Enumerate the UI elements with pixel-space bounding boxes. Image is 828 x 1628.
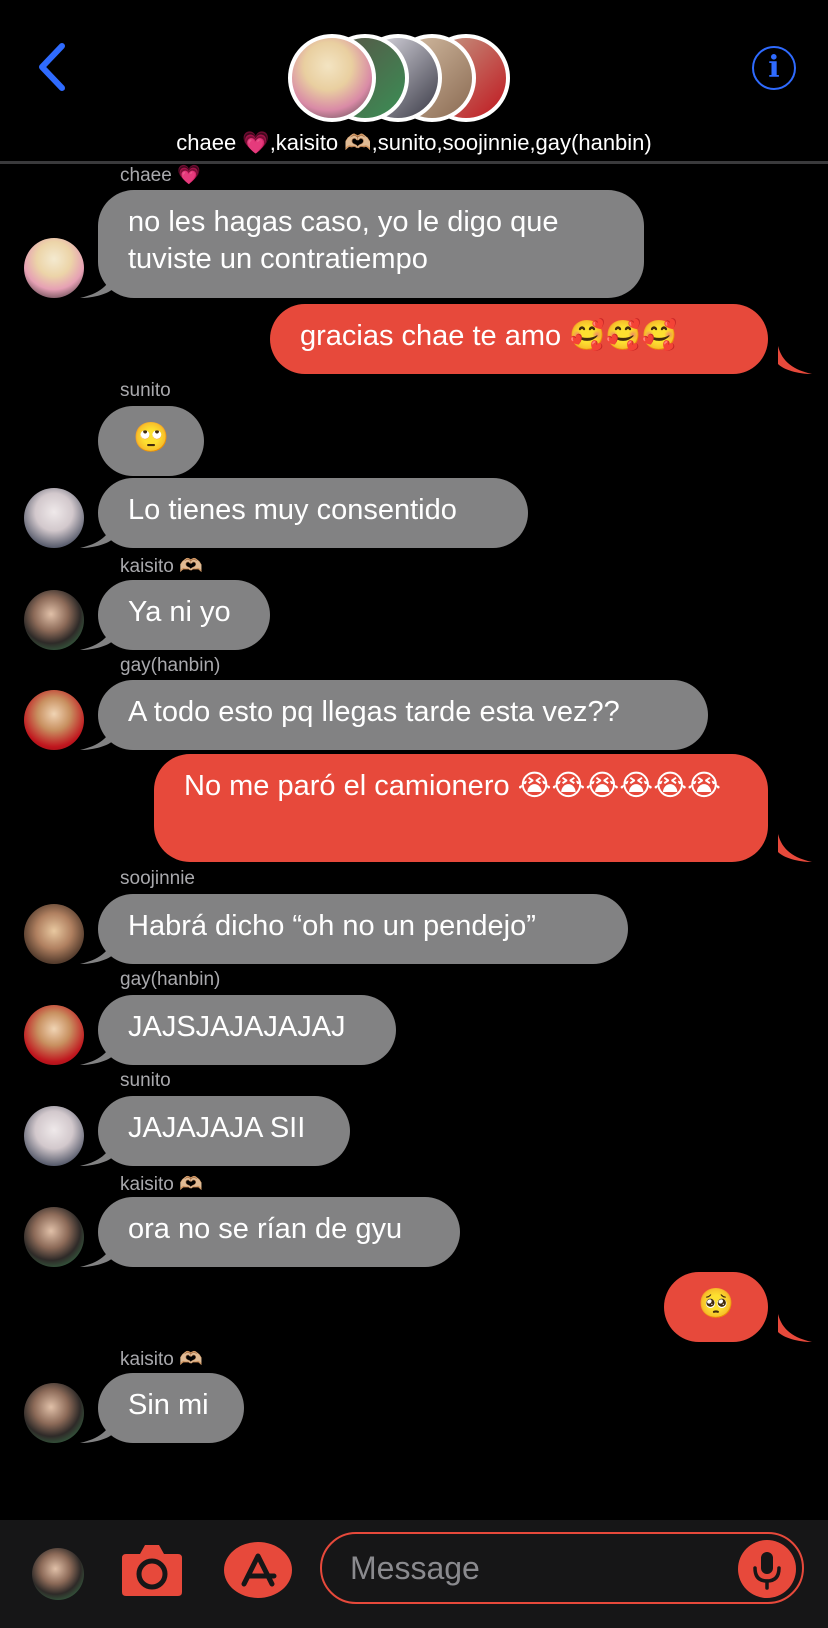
message-bubble-incoming[interactable]: ora no se rían de gyu (98, 1197, 460, 1267)
my-avatar[interactable] (32, 1548, 84, 1600)
microphone-icon (753, 1552, 781, 1590)
avatar-sunito[interactable] (24, 488, 84, 548)
sender-name: gay(hanbin) (120, 655, 221, 676)
message-bubble-outgoing[interactable]: No me paró el camionero 😭😭😭😭😭😭 (154, 754, 768, 862)
avatar-chaee[interactable] (24, 238, 84, 298)
message-bubble-incoming[interactable]: Sin mi (98, 1373, 244, 1443)
bubble-tail (778, 834, 812, 862)
avatar-kaisito[interactable] (24, 1207, 84, 1267)
sender-name: chaee 💗 (120, 165, 201, 186)
app-store-icon[interactable] (222, 1540, 294, 1600)
sender-name: kaisito 🫶🏼 (120, 1174, 203, 1195)
group-member-avatar (288, 34, 376, 122)
message-bubble-incoming[interactable]: JAJSJAJAJAJAJ (98, 995, 396, 1065)
group-avatar-stack[interactable] (288, 34, 510, 122)
sender-name: gay(hanbin) (120, 969, 221, 990)
bubble-tail (778, 346, 812, 374)
avatar-kaisito[interactable] (24, 590, 84, 650)
message-bubble-outgoing[interactable]: 🥺 (664, 1272, 768, 1342)
bubble-tail (80, 1415, 114, 1443)
message-placeholder: Message (350, 1550, 480, 1586)
avatar-hanbin[interactable] (24, 690, 84, 750)
message-bubble-incoming[interactable]: Lo tienes muy consentido (98, 478, 528, 548)
sender-name: soojinnie (120, 868, 195, 889)
bubble-tail (80, 1037, 114, 1065)
bubble-tail (80, 622, 114, 650)
message-bubble-incoming[interactable]: no les hagas caso, yo le digo que tuvist… (98, 190, 644, 298)
bubble-tail (80, 936, 114, 964)
message-bubble-incoming[interactable]: Ya ni yo (98, 580, 270, 650)
sender-name: sunito (120, 380, 171, 401)
back-chevron-icon[interactable] (30, 40, 74, 94)
sender-name: kaisito 🫶🏼 (120, 1349, 203, 1370)
group-member-names: chaee 💗,kaisito 🫶🏼,sunito,soojinnie,gay(… (176, 130, 652, 155)
message-bubble-incoming[interactable]: Habrá dicho “oh no un pendejo” (98, 894, 628, 964)
sender-name: kaisito 🫶🏼 (120, 556, 203, 577)
avatar-kaisito[interactable] (24, 1383, 84, 1443)
bubble-tail (80, 722, 114, 750)
camera-icon[interactable] (120, 1540, 184, 1598)
avatar-hanbin[interactable] (24, 1005, 84, 1065)
bubble-tail (80, 520, 114, 548)
message-bubble-outgoing[interactable]: gracias chae te amo 🥰🥰🥰 (270, 304, 768, 374)
info-icon[interactable]: i (752, 46, 796, 90)
avatar-soojinnie[interactable] (24, 904, 84, 964)
microphone-button[interactable] (738, 1540, 796, 1598)
message-bubble-incoming[interactable]: A todo esto pq llegas tarde esta vez?? (98, 680, 708, 750)
message-input[interactable]: Message (320, 1532, 804, 1604)
bubble-tail (778, 1314, 812, 1342)
bubble-tail (80, 1138, 114, 1166)
message-bubble-incoming[interactable]: JAJAJAJA SII (98, 1096, 350, 1166)
conversation-header: i chaee 💗,kaisito 🫶🏼,sunito,soojinnie,ga… (0, 0, 828, 164)
avatar-sunito[interactable] (24, 1106, 84, 1166)
message-bubble-incoming[interactable]: 🙄 (98, 406, 204, 476)
sender-name: sunito (120, 1070, 171, 1091)
bubble-tail (80, 1239, 114, 1267)
bubble-tail (80, 270, 114, 298)
